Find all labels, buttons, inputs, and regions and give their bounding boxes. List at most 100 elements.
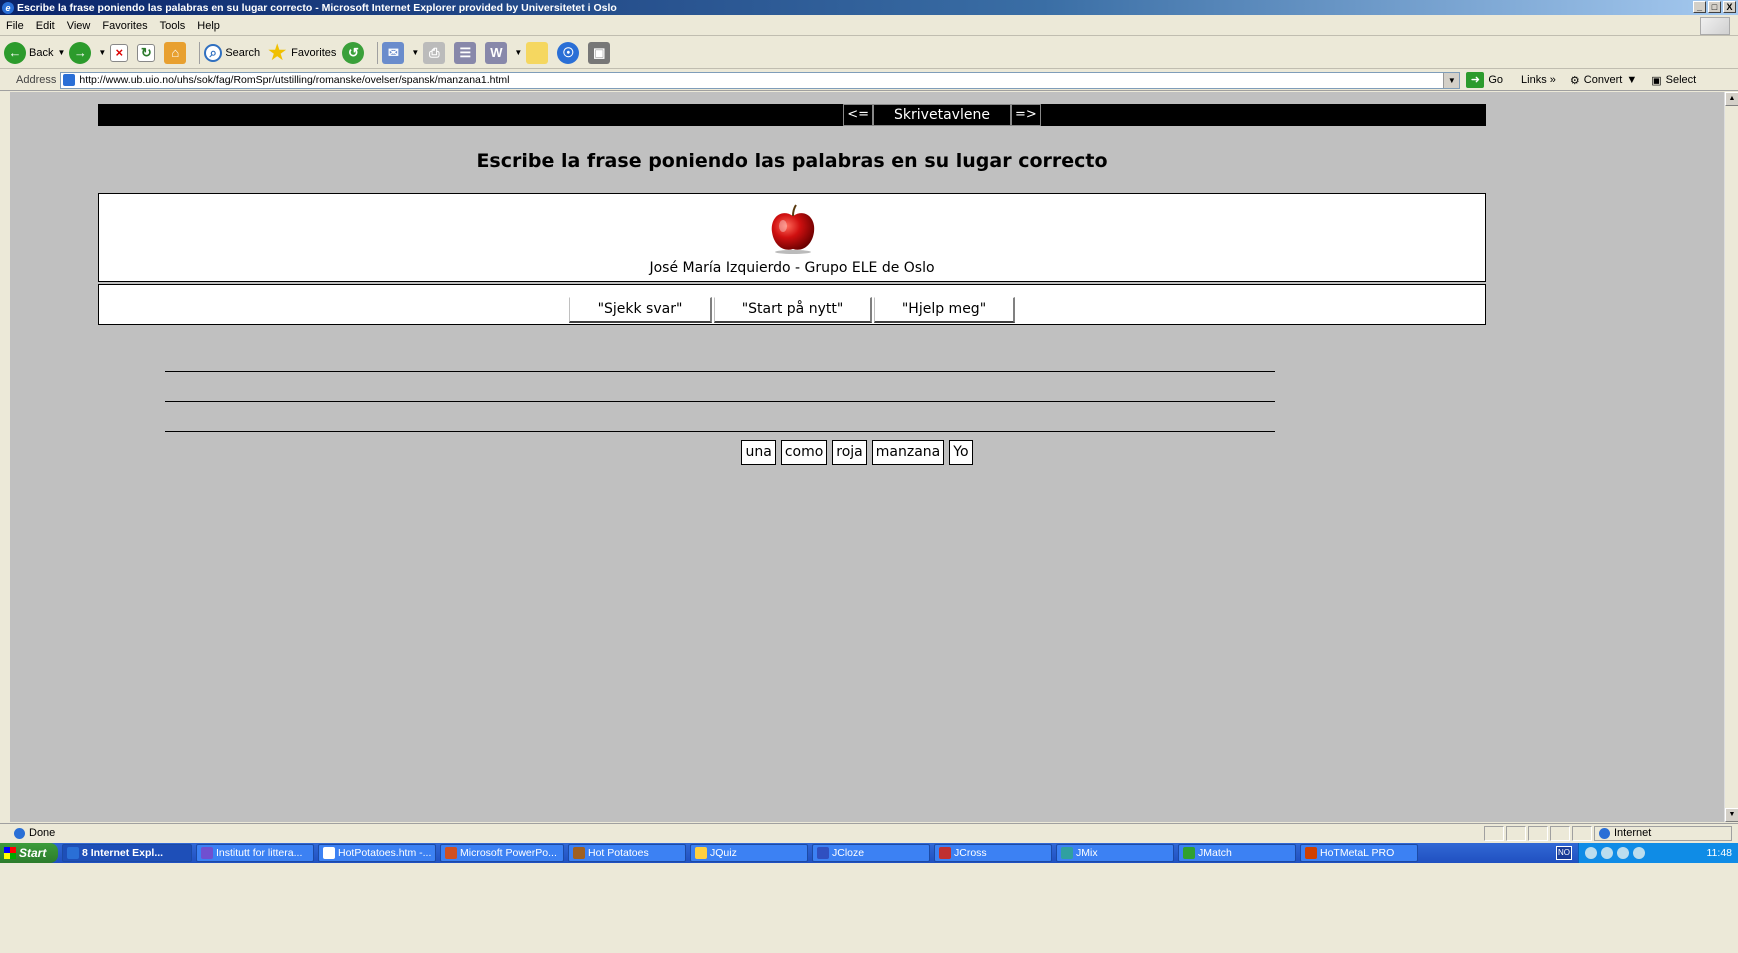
menu-file[interactable]: File (0, 20, 30, 32)
scroll-up-icon[interactable]: ▲ (1725, 92, 1738, 106)
status-message: Done (0, 827, 55, 839)
taskbar-item-jquiz[interactable]: JQuiz (690, 844, 808, 862)
messenger-button[interactable]: ☉ (557, 41, 582, 64)
nav-index-link[interactable]: Skrivetavlene (873, 104, 1011, 126)
taskbar-item-jcross[interactable]: JCross (934, 844, 1052, 862)
status-bar: Done Internet (0, 823, 1738, 842)
menu-view[interactable]: View (61, 20, 97, 32)
back-label: Back (29, 46, 54, 59)
forward-dropdown-icon[interactable]: ▼ (98, 48, 106, 57)
task-label: HotPotatoes.htm -... (338, 847, 432, 859)
convert-button[interactable]: ⚙ Convert ▼ (1570, 74, 1637, 87)
favorites-button[interactable]: ★ Favorites (266, 42, 336, 64)
check-answer-button[interactable]: "Sjekk svar" (569, 296, 712, 323)
menu-edit[interactable]: Edit (30, 20, 61, 32)
globe-icon: ☉ (557, 41, 580, 64)
taskbar-item-hot-potatoes[interactable]: Hot Potatoes (568, 844, 686, 862)
taskbar-item-jcloze[interactable]: JCloze (812, 844, 930, 862)
edit-word-button[interactable]: W (485, 41, 510, 64)
stop-icon: × (110, 43, 129, 62)
mail-button[interactable]: ✉ (382, 41, 407, 64)
word-tile[interactable]: manzana (871, 440, 945, 465)
refresh-button[interactable]: ↻ (137, 43, 158, 62)
research-icon: ☰ (454, 41, 477, 64)
print-button[interactable]: ⎙ (423, 41, 448, 64)
toolbar-separator (199, 41, 201, 64)
refresh-icon: ↻ (137, 43, 156, 62)
forward-button[interactable]: → (69, 41, 94, 64)
word-tile[interactable]: Yo (949, 440, 973, 465)
mail-dropdown-icon[interactable]: ▼ (411, 48, 419, 57)
back-dropdown-icon[interactable]: ▼ (57, 48, 65, 57)
nav-prev-button[interactable]: <= (843, 104, 874, 126)
word-tile[interactable]: roja (832, 440, 867, 465)
task-label: JMatch (1198, 847, 1232, 859)
select-button[interactable]: ▣ Select (1651, 74, 1696, 87)
taskbar-item-jmix[interactable]: JMix (1056, 844, 1174, 862)
back-button[interactable]: ← Back (4, 41, 54, 64)
apple-image (771, 204, 815, 254)
forward-arrow-icon: → (69, 41, 92, 64)
menu-tools[interactable]: Tools (154, 20, 192, 32)
links-button[interactable]: Links » (1521, 74, 1556, 86)
language-indicator[interactable]: NO (1556, 846, 1572, 860)
answer-line (165, 401, 1275, 402)
home-icon: ⌂ (164, 41, 187, 64)
word-tile[interactable]: como (780, 440, 828, 465)
help-button[interactable]: "Hjelp meg" (874, 296, 1015, 323)
taskbar-item-powerpoint[interactable]: Microsoft PowerPo... (440, 844, 564, 862)
hotmetal-icon (1305, 847, 1317, 859)
task-label: JQuiz (710, 847, 737, 859)
word-icon: W (485, 41, 508, 64)
go-label: Go (1488, 74, 1504, 86)
edit-dropdown-icon[interactable]: ▼ (514, 48, 522, 57)
tray-icon[interactable] (1633, 847, 1645, 859)
scroll-down-icon[interactable]: ▼ (1725, 808, 1738, 822)
status-pane (1528, 825, 1548, 841)
taskbar-item-institutt[interactable]: Institutt for littera... (196, 844, 314, 862)
word-tile[interactable]: una (741, 440, 776, 465)
taskbar-item-jmatch[interactable]: JMatch (1178, 844, 1296, 862)
author-box: José María Izquierdo - Grupo ELE de Oslo (98, 193, 1486, 282)
page-done-icon (14, 827, 25, 839)
answer-line (165, 431, 1275, 432)
favorites-star-icon: ★ (268, 41, 287, 64)
menu-help[interactable]: Help (191, 20, 226, 32)
notes-button[interactable] (526, 41, 551, 64)
menu-bar: File Edit View Favorites Tools Help (0, 16, 1738, 36)
menu-favorites[interactable]: Favorites (96, 20, 153, 32)
jcross-icon (939, 847, 951, 859)
hot-potatoes-icon (573, 847, 585, 859)
search-icon: ⌕ (204, 43, 223, 62)
minimize-button[interactable]: _ (1693, 1, 1706, 13)
mail-icon: ✉ (382, 41, 405, 64)
home-button[interactable]: ⌂ (164, 41, 189, 64)
taskbar-item-hotpotatoes-htm[interactable]: HotPotatoes.htm -... (318, 844, 436, 862)
camera-icon: ▣ (588, 41, 611, 64)
tray-icon[interactable] (1585, 847, 1597, 859)
ie-icon (67, 847, 79, 859)
nav-next-button[interactable]: => (1010, 104, 1041, 126)
close-button[interactable]: X (1723, 1, 1736, 13)
restart-button[interactable]: "Start på nytt" (714, 296, 872, 323)
maximize-button[interactable]: □ (1708, 1, 1721, 13)
clock[interactable]: 11:48 (1707, 847, 1733, 859)
powerpoint-icon (445, 847, 457, 859)
vertical-scrollbar[interactable]: ▲ ▼ (1724, 92, 1738, 822)
taskbar-item-hotmetal[interactable]: HoTMetaL PRO (1300, 844, 1418, 862)
url-dropdown-icon[interactable]: ▼ (1443, 72, 1460, 88)
go-button[interactable]: ➜ Go (1466, 72, 1503, 88)
tray-icon[interactable] (1601, 847, 1613, 859)
history-button[interactable]: ↺ (342, 41, 367, 64)
research-button[interactable]: ☰ (454, 41, 479, 64)
taskbar-item-ie[interactable]: 8 Internet Expl... (62, 844, 192, 862)
start-button[interactable]: Start (0, 843, 58, 863)
search-button[interactable]: ⌕ Search (204, 43, 260, 62)
url-input[interactable]: http://www.ub.uio.no/uhs/sok/fag/RomSpr/… (60, 71, 1461, 89)
windows-logo-icon (1700, 17, 1730, 35)
camera-button[interactable]: ▣ (588, 41, 613, 64)
task-label: JCloze (832, 847, 865, 859)
stop-button[interactable]: × (110, 43, 131, 62)
task-label: JCross (954, 847, 987, 859)
tray-icon[interactable] (1617, 847, 1629, 859)
